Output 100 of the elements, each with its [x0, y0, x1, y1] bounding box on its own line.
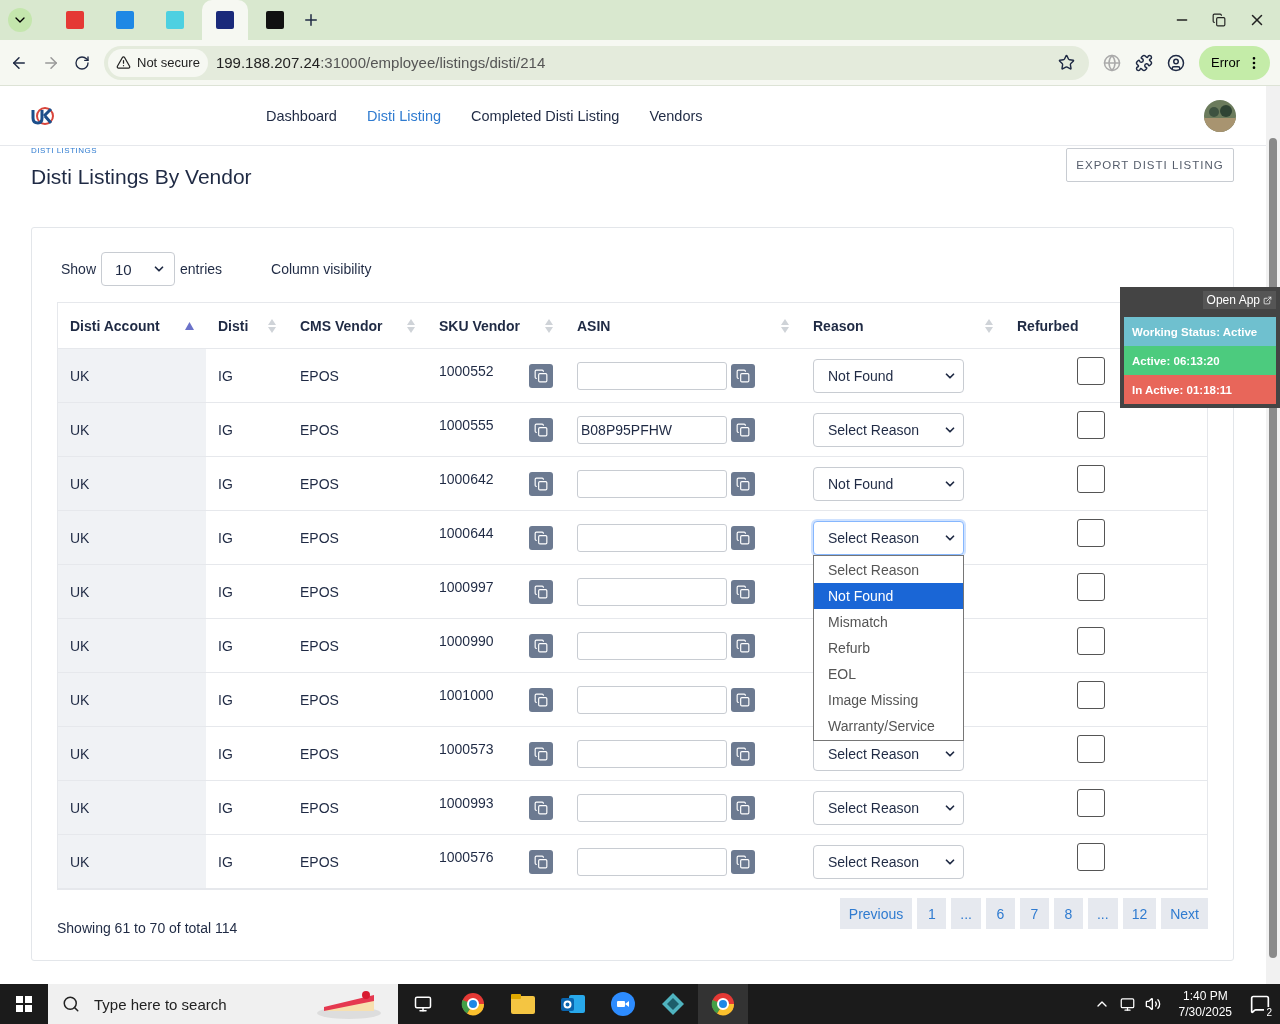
reload-icon[interactable]: [74, 54, 90, 71]
mail-app-icon[interactable]: [561, 993, 585, 1015]
windows-start-icon[interactable]: [16, 996, 32, 1012]
nav-link[interactable]: Completed Disti Listing: [471, 107, 620, 124]
copy-button[interactable]: [529, 849, 553, 874]
asin-input[interactable]: [577, 631, 727, 660]
asin-input[interactable]: B08P95PFHW: [577, 415, 727, 444]
refurbed-checkbox[interactable]: [1077, 356, 1105, 385]
column-header[interactable]: ASIN: [577, 317, 611, 334]
dropdown-option[interactable]: Not Found: [814, 583, 963, 609]
asin-input[interactable]: [577, 739, 727, 768]
reason-select[interactable]: Select Reason: [813, 520, 964, 555]
copy-button[interactable]: [529, 687, 553, 712]
column-header[interactable]: SKU Vendor: [439, 317, 520, 334]
page-link[interactable]: 1: [917, 898, 947, 929]
copy-button[interactable]: [731, 417, 755, 442]
profile-error-button[interactable]: Error: [1199, 45, 1270, 80]
page-link[interactable]: 6: [985, 898, 1015, 929]
bookmark-star-icon[interactable]: [1058, 54, 1076, 71]
reason-select[interactable]: Not Found: [813, 466, 964, 501]
extensions-icon[interactable]: [1135, 53, 1154, 72]
taskbar-search-field[interactable]: Type here to search: [92, 994, 302, 1014]
profile-icon[interactable]: [1167, 53, 1186, 72]
url-text[interactable]: 199.188.207.24:31000/employee/listings/disti/214: [215, 54, 1051, 71]
copy-button[interactable]: [731, 687, 755, 712]
asin-input[interactable]: [577, 847, 727, 876]
asin-input[interactable]: [577, 469, 727, 498]
copy-button[interactable]: [731, 525, 755, 550]
copy-button[interactable]: [529, 741, 553, 766]
entries-select[interactable]: 10: [101, 252, 176, 286]
column-header[interactable]: Refurbed: [1017, 317, 1079, 334]
refurbed-checkbox[interactable]: [1077, 464, 1105, 493]
copy-button[interactable]: [731, 849, 755, 874]
video-app-icon[interactable]: [611, 992, 635, 1016]
copy-button[interactable]: [731, 795, 755, 820]
page-link[interactable]: Previous: [839, 898, 913, 929]
column-visibility-button[interactable]: Column visibility: [271, 261, 372, 277]
volume-icon[interactable]: [1144, 996, 1161, 1012]
copy-button[interactable]: [529, 363, 553, 388]
browser-icon[interactable]: [711, 992, 735, 1016]
logo-icon[interactable]: [30, 105, 56, 126]
refurbed-checkbox[interactable]: [1077, 842, 1105, 871]
asin-input[interactable]: [577, 685, 727, 714]
page-link[interactable]: ...: [951, 898, 981, 929]
diamond-app-icon[interactable]: [661, 992, 685, 1016]
taskbar-search-bar[interactable]: Type here to search: [48, 984, 398, 1024]
copy-button[interactable]: [731, 633, 755, 658]
column-header[interactable]: Disti Account: [70, 317, 160, 334]
nav-link[interactable]: Vendors: [649, 107, 703, 124]
refurbed-checkbox[interactable]: [1077, 410, 1105, 439]
nav-link[interactable]: Disti Listing: [366, 107, 442, 124]
refurbed-checkbox[interactable]: [1077, 518, 1105, 547]
column-header[interactable]: Disti: [218, 317, 249, 334]
reason-select[interactable]: Select Reason: [813, 790, 964, 825]
cake-icon[interactable]: [314, 989, 384, 1019]
refurbed-checkbox[interactable]: [1077, 734, 1105, 763]
column-header[interactable]: CMS Vendor: [300, 317, 383, 334]
reason-select[interactable]: Select Reason: [813, 844, 964, 879]
reason-select[interactable]: Select Reason: [813, 412, 964, 447]
column-header[interactable]: Reason: [813, 317, 864, 334]
breadcrumb[interactable]: DISTI LISTINGS: [31, 146, 252, 155]
network-icon[interactable]: [1119, 996, 1135, 1012]
copy-button[interactable]: [731, 471, 755, 496]
taskbar-clock[interactable]: 1:40 PM 7/30/2025: [1178, 988, 1232, 1020]
copy-button[interactable]: [529, 633, 553, 658]
page-link[interactable]: 7: [1019, 898, 1049, 929]
new-tab-icon[interactable]: [302, 11, 320, 29]
copy-button[interactable]: [529, 795, 553, 820]
page-link[interactable]: Next: [1161, 898, 1208, 929]
copy-button[interactable]: [529, 417, 553, 442]
tab-search-button[interactable]: [8, 8, 32, 32]
folder-icon[interactable]: [511, 994, 535, 1014]
page-link[interactable]: 12: [1122, 898, 1157, 929]
refurbed-checkbox[interactable]: [1077, 572, 1105, 601]
copy-button[interactable]: [731, 363, 755, 388]
copy-button[interactable]: [529, 525, 553, 550]
refurbed-checkbox[interactable]: [1077, 788, 1105, 817]
task-view-icon[interactable]: [414, 995, 432, 1013]
export-button[interactable]: EXPORT DISTI LISTING: [1066, 148, 1234, 182]
nav-link[interactable]: Dashboard: [266, 107, 337, 124]
copy-button[interactable]: [529, 579, 553, 604]
copy-button[interactable]: [731, 579, 755, 604]
reason-select[interactable]: Not Found: [813, 358, 964, 393]
open-app-link[interactable]: Open App: [1202, 291, 1276, 309]
asin-input[interactable]: [577, 361, 727, 390]
copy-button[interactable]: [731, 741, 755, 766]
refurbed-checkbox[interactable]: [1077, 680, 1105, 709]
notifications-icon[interactable]: [1250, 994, 1270, 1014]
security-chip[interactable]: Not secure: [108, 48, 208, 77]
refurbed-checkbox[interactable]: [1077, 626, 1105, 655]
restore-icon[interactable]: [1212, 13, 1226, 27]
sort-ascending-icon[interactable]: [185, 321, 194, 330]
browser-icon[interactable]: [461, 992, 485, 1016]
asin-input[interactable]: [577, 523, 727, 552]
page-link[interactable]: 8: [1053, 898, 1083, 929]
copy-button[interactable]: [529, 471, 553, 496]
page-link[interactable]: ...: [1087, 898, 1118, 929]
asin-input[interactable]: [577, 577, 727, 606]
avatar[interactable]: [1204, 99, 1236, 132]
browser-tab[interactable]: [202, 0, 248, 40]
